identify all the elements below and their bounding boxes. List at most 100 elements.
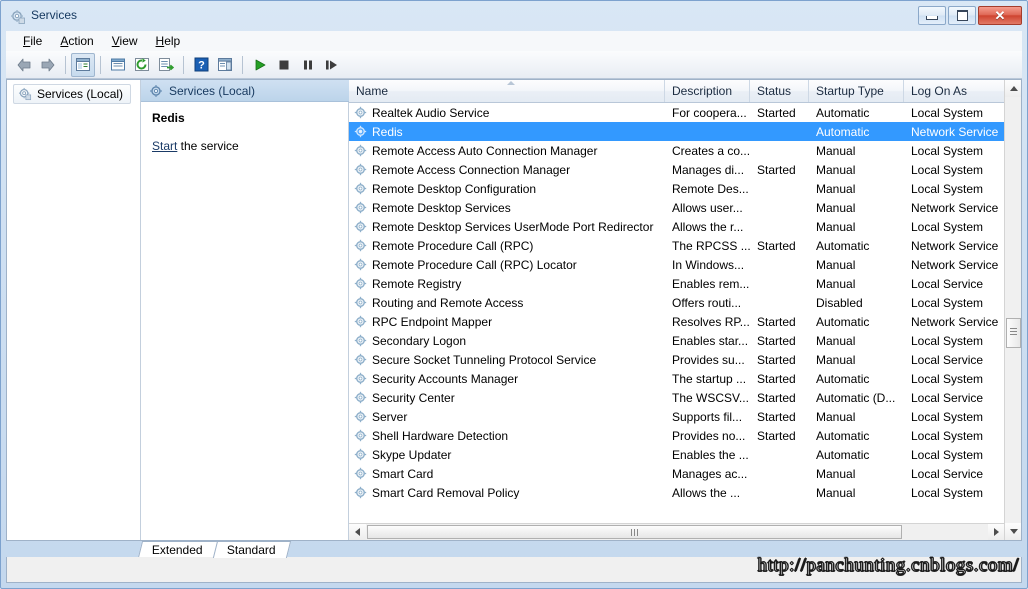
table-row[interactable]: Security Accounts ManagerThe startup ...… <box>349 369 1005 388</box>
column-header-description[interactable]: Description <box>665 80 750 102</box>
cell-log-on-as: Local System <box>904 448 1005 462</box>
pause-service-button[interactable] <box>296 53 320 77</box>
table-row[interactable]: Remote Procedure Call (RPC) LocatorIn Wi… <box>349 255 1005 274</box>
service-name-label: Remote Desktop Configuration <box>372 182 536 196</box>
vscroll-down-arrow[interactable] <box>1005 523 1021 540</box>
cell-log-on-as: Network Service <box>904 201 1005 215</box>
sort-ascending-icon <box>507 81 515 85</box>
toolbar: ? <box>6 51 1022 79</box>
cell-description: Offers routi... <box>665 296 750 310</box>
restart-icon <box>324 58 340 72</box>
column-header-name[interactable]: Name <box>349 80 665 102</box>
column-header-status[interactable]: Status <box>750 80 809 102</box>
list-column-headers: Name Description StatusStartup TypeLog On … <box>349 80 1005 103</box>
start-service-button[interactable] <box>248 53 272 77</box>
restart-service-button[interactable] <box>320 53 344 77</box>
cell-name: Remote Access Auto Connection Manager <box>349 144 665 158</box>
table-row[interactable]: RedisAutomaticNetwork Service <box>349 122 1005 141</box>
start-service-link[interactable]: Start <box>152 139 177 153</box>
table-row[interactable]: Remote Access Auto Connection ManagerCre… <box>349 141 1005 160</box>
service-name-label: Remote Desktop Services UserMode Port Re… <box>372 220 653 234</box>
vscroll-up-arrow[interactable] <box>1005 80 1021 97</box>
show-hide-tree-button[interactable] <box>71 53 95 77</box>
services-gear-icon <box>18 87 32 101</box>
table-row[interactable]: Realtek Audio ServiceFor coopera...Start… <box>349 103 1005 122</box>
cell-name: Secondary Logon <box>349 334 665 348</box>
toolbar-separator-2 <box>100 56 101 74</box>
stop-service-button[interactable] <box>272 53 296 77</box>
cell-description: Resolves RP... <box>665 315 750 329</box>
vscroll-thumb[interactable] <box>1006 318 1021 348</box>
tab-extended[interactable]: Extended <box>138 541 218 558</box>
table-row[interactable]: Shell Hardware DetectionProvides no...St… <box>349 426 1005 445</box>
table-row[interactable]: Remote Desktop ConfigurationRemote Des..… <box>349 179 1005 198</box>
table-row[interactable]: Skype UpdaterEnables the ...AutomaticLoc… <box>349 445 1005 464</box>
stop-icon <box>277 58 291 72</box>
table-row[interactable]: RPC Endpoint MapperResolves RP...Started… <box>349 312 1005 331</box>
service-name-label: Security Center <box>372 391 455 405</box>
table-row[interactable]: Smart Card Removal PolicyAllows the ...M… <box>349 483 1005 499</box>
properties-button[interactable] <box>106 53 130 77</box>
cell-log-on-as: Local System <box>904 486 1005 500</box>
cell-startup-type: Automatic <box>809 448 904 462</box>
toolbar-separator-3 <box>183 56 184 74</box>
menu-action[interactable]: Action <box>51 32 102 50</box>
cell-startup-type: Manual <box>809 486 904 500</box>
minimize-button[interactable] <box>918 6 946 25</box>
cell-log-on-as: Local System <box>904 410 1005 424</box>
cell-name: Remote Registry <box>349 277 665 291</box>
table-row[interactable]: ServerSupports fil...StartedManualLocal … <box>349 407 1005 426</box>
help-button[interactable]: ? <box>189 53 213 77</box>
table-row[interactable]: Secure Socket Tunneling Protocol Service… <box>349 350 1005 369</box>
cell-status: Started <box>750 353 809 367</box>
cell-startup-type: Manual <box>809 410 904 424</box>
menu-file[interactable]: File <box>14 32 51 50</box>
table-row[interactable]: Remote Desktop ServicesAllows user...Man… <box>349 198 1005 217</box>
services-gear-icon <box>10 9 26 25</box>
cell-startup-type: Manual <box>809 220 904 234</box>
refresh-icon <box>134 57 150 72</box>
refresh-button[interactable] <box>130 53 154 77</box>
table-row[interactable]: Secondary LogonEnables star...StartedMan… <box>349 331 1005 350</box>
tab-standard[interactable]: Standard <box>213 541 291 558</box>
tree-item-services-local[interactable]: Services (Local) <box>13 84 131 104</box>
cell-log-on-as: Local System <box>904 220 1005 234</box>
vertical-scrollbar[interactable] <box>1004 80 1021 540</box>
menu-action-label-rest: ction <box>68 34 93 48</box>
table-row[interactable]: Smart CardManages ac...ManualLocal Servi… <box>349 464 1005 483</box>
table-row[interactable]: Remote Procedure Call (RPC)The RPCSS ...… <box>349 236 1005 255</box>
cell-startup-type: Manual <box>809 163 904 177</box>
play-icon <box>253 58 267 72</box>
hscroll-right-arrow[interactable] <box>988 524 1005 540</box>
table-row[interactable]: Routing and Remote AccessOffers routi...… <box>349 293 1005 312</box>
cell-status: Started <box>750 239 809 253</box>
cell-description: In Windows... <box>665 258 750 272</box>
hscroll-thumb[interactable] <box>367 525 902 539</box>
toolbar-separator-4 <box>242 56 243 74</box>
table-row[interactable]: Remote RegistryEnables rem...ManualLocal… <box>349 274 1005 293</box>
service-gear-icon <box>354 486 367 499</box>
cell-description: Allows user... <box>665 201 750 215</box>
export-list-button[interactable] <box>154 53 178 77</box>
cell-name: Remote Desktop Configuration <box>349 182 665 196</box>
table-row[interactable]: Security CenterThe WSCSV...StartedAutoma… <box>349 388 1005 407</box>
show-action-pane-button[interactable] <box>213 53 237 77</box>
services-window: Services ✕ File Action View Help <box>0 0 1028 589</box>
maximize-button[interactable] <box>948 6 976 25</box>
menu-view[interactable]: View <box>103 32 147 50</box>
column-header-startup-type[interactable]: Startup Type <box>809 80 904 102</box>
cell-log-on-as: Local Service <box>904 353 1005 367</box>
menu-help[interactable]: Help <box>147 32 190 50</box>
cell-log-on-as: Local Service <box>904 277 1005 291</box>
table-row[interactable]: Remote Access Connection ManagerManages … <box>349 160 1005 179</box>
table-row[interactable]: Remote Desktop Services UserMode Port Re… <box>349 217 1005 236</box>
forward-button[interactable] <box>36 53 60 77</box>
cell-name: Routing and Remote Access <box>349 296 665 310</box>
column-header-label: Description <box>672 84 732 98</box>
menu-bar: File Action View Help <box>6 31 1022 51</box>
close-button[interactable]: ✕ <box>978 6 1022 25</box>
back-button[interactable] <box>12 53 36 77</box>
horizontal-scrollbar[interactable] <box>349 523 1005 540</box>
hscroll-left-arrow[interactable] <box>349 524 366 540</box>
column-header-log-on-as[interactable]: Log On As <box>904 80 1005 102</box>
